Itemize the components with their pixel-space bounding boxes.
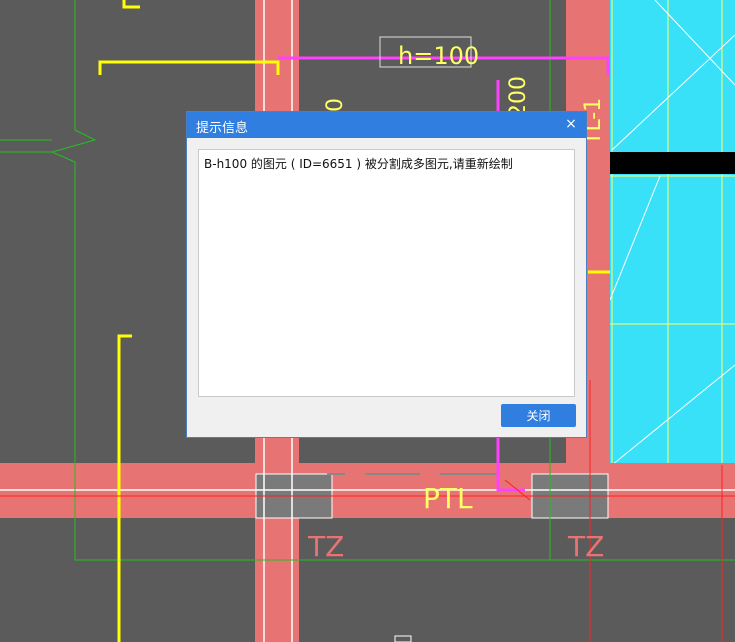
info-dialog: 提示信息 × B-h100 的图元 ( ID=6651 ) 被分割成多图元,请重… — [186, 111, 587, 438]
column-label-left: TZ — [307, 530, 344, 563]
message-text: B-h100 的图元 ( ID=6651 ) 被分割成多图元,请重新绘制 — [198, 149, 575, 397]
dialog-title: 提示信息 — [196, 121, 249, 136]
close-icon[interactable]: × — [562, 115, 580, 133]
column-label-right: TZ — [567, 530, 604, 563]
slab-label: h=100 — [398, 42, 479, 70]
dialog-titlebar[interactable]: 提示信息 × — [187, 112, 586, 138]
black-strip — [610, 152, 735, 174]
beam-label: PTL — [423, 482, 473, 515]
glass-area — [610, 0, 735, 465]
close-button[interactable]: 关闭 — [501, 404, 576, 427]
